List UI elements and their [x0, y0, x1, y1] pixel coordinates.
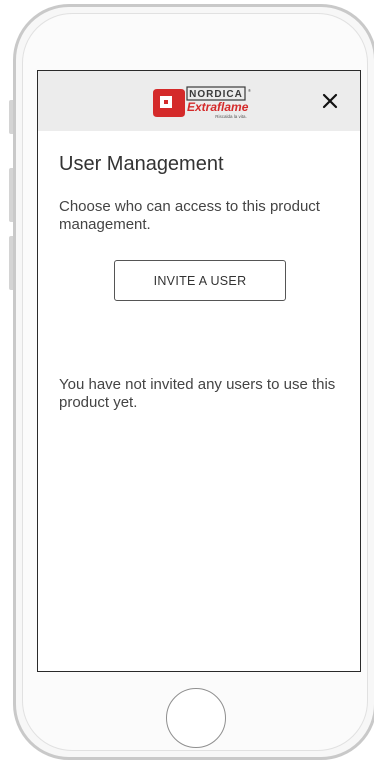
page-description: Choose who can access to this product ma…: [59, 198, 320, 233]
brand-logo: NORDICA ® Extraflame Riscalda la vita.: [153, 86, 251, 119]
empty-state-message: You have not invited any users to use th…: [59, 376, 336, 411]
svg-text:NORDICA: NORDICA: [189, 89, 243, 100]
close-button[interactable]: [316, 87, 344, 115]
home-button[interactable]: [166, 688, 226, 748]
page-title: User Management: [59, 153, 224, 175]
header-bar: NORDICA ® Extraflame Riscalda la vita.: [38, 71, 360, 131]
invite-user-button[interactable]: INVITE A USER: [114, 260, 286, 301]
app-screen: NORDICA ® Extraflame Riscalda la vita. U…: [37, 70, 361, 672]
svg-text:Riscalda la vita.: Riscalda la vita.: [215, 114, 247, 119]
svg-text:Extraflame: Extraflame: [187, 100, 249, 114]
svg-text:®: ®: [248, 88, 251, 93]
close-icon: [322, 93, 338, 109]
device-mockup: NORDICA ® Extraflame Riscalda la vita. U…: [0, 0, 374, 763]
